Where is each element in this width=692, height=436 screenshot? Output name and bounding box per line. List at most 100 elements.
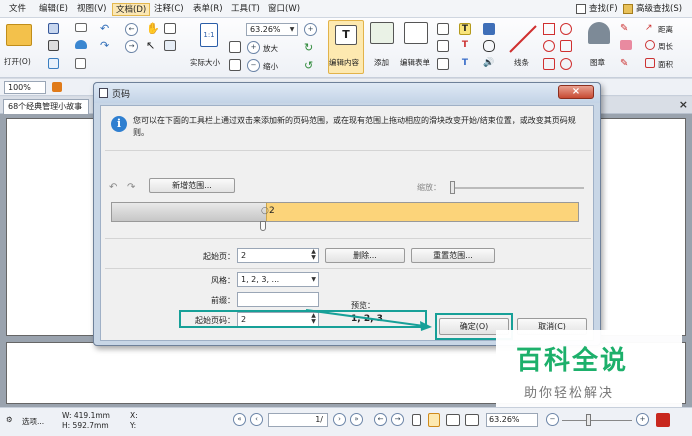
- options-button[interactable]: 选项...: [22, 416, 44, 427]
- gear-icon[interactable]: ⚙: [6, 415, 13, 424]
- rectangle-icon[interactable]: [543, 58, 555, 70]
- edit-form-icon[interactable]: [404, 22, 428, 44]
- line-icon[interactable]: [508, 24, 538, 54]
- style-select[interactable]: 1, 2, 3, ... ▼: [237, 272, 319, 287]
- dialog-close-button[interactable]: ×: [558, 85, 594, 99]
- open-label[interactable]: 打开(O): [4, 56, 31, 67]
- zoom-in-icon[interactable]: +: [247, 41, 260, 54]
- menu-form[interactable]: 表单(R): [190, 3, 226, 16]
- range-numbered[interactable]: [266, 203, 578, 221]
- start-page-input[interactable]: 2 ▲ ▼: [237, 248, 319, 263]
- area-label[interactable]: 面积: [658, 59, 673, 70]
- back-icon[interactable]: ←: [125, 23, 138, 36]
- select-text-icon[interactable]: [164, 40, 176, 51]
- advanced-find-button[interactable]: 高级查找(S): [623, 2, 682, 16]
- strikeout-icon[interactable]: T: [459, 40, 471, 52]
- eraser-icon[interactable]: [620, 40, 632, 50]
- pdf-icon[interactable]: [656, 413, 670, 427]
- forward-icon[interactable]: →: [125, 40, 138, 53]
- print-icon[interactable]: [48, 40, 59, 51]
- last-page-icon[interactable]: »: [350, 413, 363, 426]
- menu-window[interactable]: 窗口(W): [265, 3, 303, 16]
- zoom-slider[interactable]: [562, 420, 632, 421]
- perimeter-icon[interactable]: [645, 40, 655, 50]
- stamp-label[interactable]: 图章: [590, 57, 605, 68]
- attachment-icon[interactable]: [483, 40, 495, 52]
- distance-label[interactable]: 距离: [658, 24, 673, 35]
- actual-size-label[interactable]: 实际大小: [190, 57, 220, 68]
- find-button[interactable]: 查找(F): [576, 2, 618, 16]
- cloud-icon[interactable]: [75, 40, 87, 49]
- save-icon[interactable]: [48, 23, 59, 34]
- continuous-facing-icon[interactable]: [465, 414, 479, 426]
- redo-icon[interactable]: ↷: [100, 39, 109, 52]
- hand-icon[interactable]: ✋: [146, 22, 160, 35]
- prefix-input[interactable]: [237, 292, 319, 307]
- range-handle[interactable]: [260, 221, 266, 231]
- reset-range-button[interactable]: 重置范围...: [411, 248, 495, 263]
- document-tab[interactable]: 68个经典管理小故事: [3, 99, 89, 114]
- zoom-select[interactable]: 100%: [4, 81, 46, 94]
- sound-icon[interactable]: 🔊: [483, 58, 495, 70]
- menu-document[interactable]: 文档(D): [112, 3, 151, 16]
- continuous-page-icon[interactable]: [428, 413, 440, 427]
- edit-content-button[interactable]: T 编辑内容: [328, 20, 364, 74]
- edit-form-label[interactable]: 编辑表单: [400, 57, 430, 68]
- typewriter-icon[interactable]: T: [459, 23, 471, 35]
- area-icon[interactable]: [645, 58, 655, 68]
- single-page-icon[interactable]: [412, 414, 421, 426]
- zoom-out-label[interactable]: 缩小: [263, 61, 278, 72]
- spinner-arrows-icon[interactable]: ▲ ▼: [310, 249, 317, 261]
- page-range-bar[interactable]: ○ 2: [111, 202, 579, 222]
- redo-icon[interactable]: ↷: [127, 182, 135, 193]
- table-icon[interactable]: [437, 58, 449, 70]
- chevron-down-icon[interactable]: ▼: [288, 25, 296, 34]
- undo-icon[interactable]: ↶: [109, 182, 117, 193]
- text-box-icon[interactable]: [437, 23, 449, 35]
- zoom-in-icon[interactable]: +: [636, 413, 649, 426]
- menu-view[interactable]: 视图(V): [74, 3, 109, 16]
- new-document-icon[interactable]: [48, 58, 59, 69]
- zoom-in-label[interactable]: 放大: [263, 43, 278, 54]
- perimeter-label[interactable]: 周长: [658, 41, 673, 52]
- fit-page-icon[interactable]: [229, 41, 241, 53]
- line-label[interactable]: 线条: [514, 57, 529, 68]
- scale-slider-thumb[interactable]: [450, 181, 455, 194]
- snapshot-icon[interactable]: [164, 23, 176, 34]
- pencil-icon[interactable]: ✎: [620, 23, 632, 35]
- actual-size-icon[interactable]: 1:1: [200, 23, 218, 47]
- undo-icon[interactable]: ↶: [100, 22, 109, 35]
- underline-icon[interactable]: T: [459, 58, 471, 70]
- stamp-icon[interactable]: [588, 22, 610, 44]
- next-page-icon[interactable]: ›: [333, 413, 346, 426]
- zoom-out-icon[interactable]: −: [247, 59, 260, 72]
- polygon-icon[interactable]: [560, 23, 572, 35]
- forward-view-icon[interactable]: →: [391, 413, 404, 426]
- callout-icon[interactable]: [437, 40, 449, 52]
- facing-page-icon[interactable]: [446, 414, 460, 426]
- zoom-out-icon[interactable]: −: [546, 413, 559, 426]
- distance-icon[interactable]: ↗: [645, 23, 655, 33]
- select-icon[interactable]: ↖: [146, 39, 155, 52]
- fit-width-icon[interactable]: [229, 59, 241, 71]
- pentagon-icon[interactable]: [560, 40, 572, 52]
- delete-button[interactable]: 删除...: [325, 248, 405, 263]
- menu-tools[interactable]: 工具(T): [228, 3, 263, 16]
- first-page-icon[interactable]: «: [233, 413, 246, 426]
- color-icon[interactable]: [52, 82, 62, 92]
- document-icon[interactable]: [75, 58, 86, 69]
- prev-page-icon[interactable]: ‹: [250, 413, 263, 426]
- add-label[interactable]: 添加: [374, 57, 389, 68]
- chevron-down-icon[interactable]: ▼: [311, 273, 316, 286]
- menu-edit[interactable]: 编辑(E): [36, 3, 71, 16]
- cloud-shape-icon[interactable]: [560, 58, 572, 70]
- rotate-right-icon[interactable]: ↺: [304, 59, 313, 72]
- status-zoom-input[interactable]: 63.26%: [486, 413, 538, 427]
- zoom-in-small-icon[interactable]: +: [304, 23, 317, 36]
- email-icon[interactable]: [75, 23, 87, 32]
- menu-comment[interactable]: 注释(C): [151, 3, 187, 16]
- circle-icon[interactable]: [543, 40, 555, 52]
- back-view-icon[interactable]: ←: [374, 413, 387, 426]
- close-icon[interactable]: ×: [679, 98, 688, 111]
- scale-slider[interactable]: [452, 187, 584, 189]
